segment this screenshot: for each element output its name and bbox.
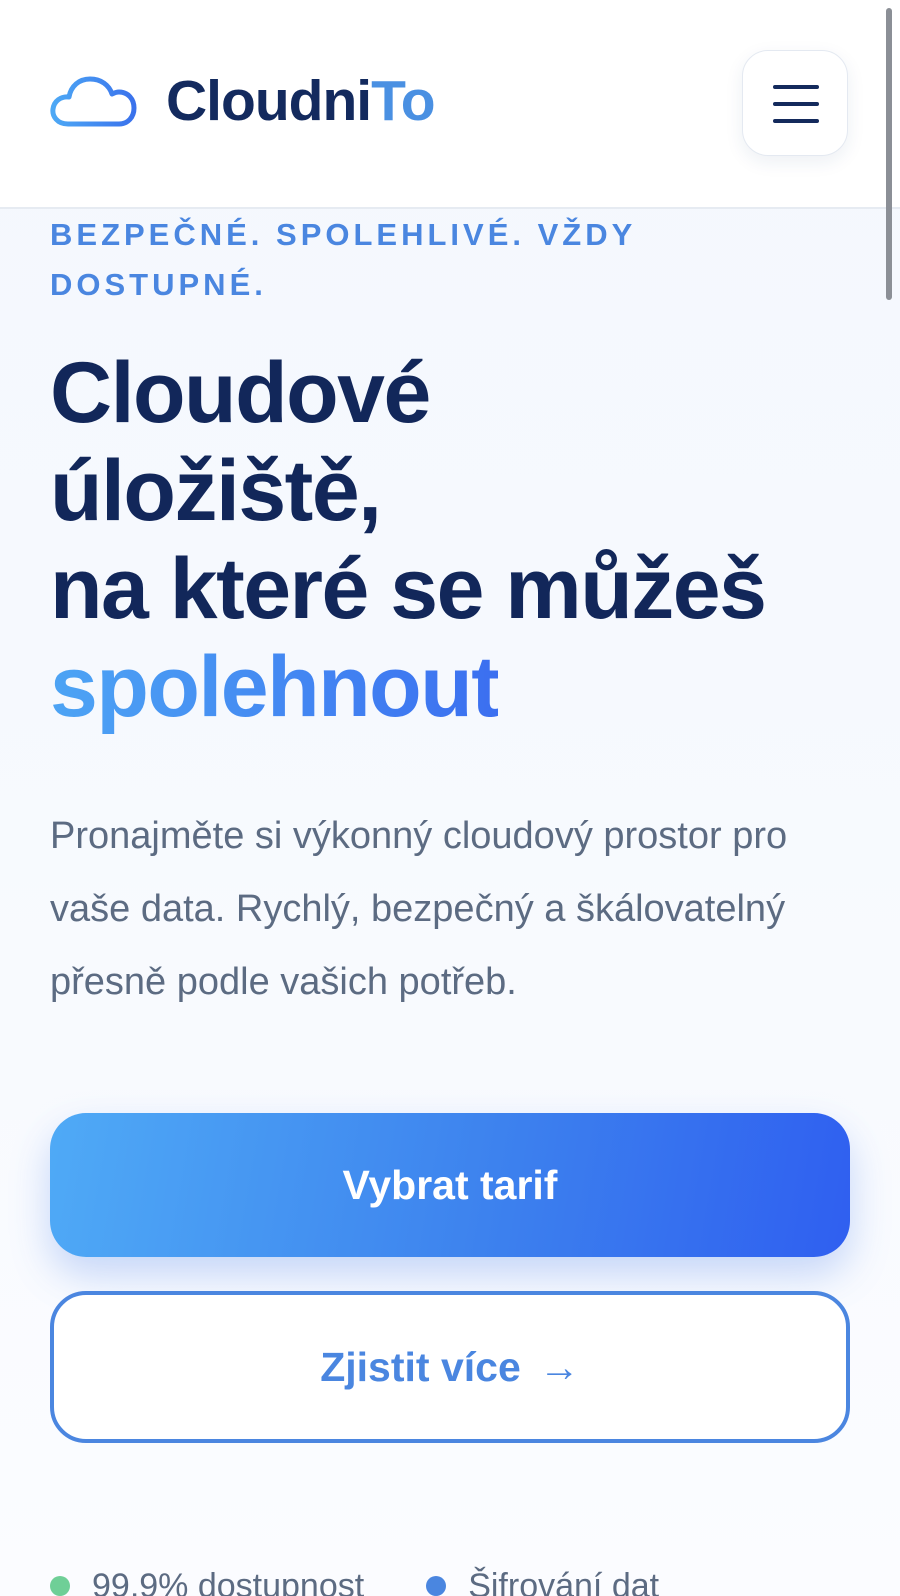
arrow-right-icon: → — [538, 1344, 580, 1390]
site-header: CloudniTo — [0, 0, 900, 209]
hamburger-menu-icon — [773, 85, 819, 89]
headline-accent: spolehnout — [50, 639, 500, 735]
hero-eyebrow: BEZPEČNÉ. SPOLEHLIVÉ. VŽDY DOSTUPNÉ. — [50, 217, 636, 302]
page: CloudniTo BEZPEČNÉ. SPOLEHLIVÉ. VŽDY DOS… — [0, 0, 900, 1596]
learn-more-button[interactable]: Zjistit více → — [50, 1291, 850, 1443]
hero-description: Pronajměte si výkonný cloudový prostor p… — [50, 815, 788, 1003]
cloud-icon — [50, 76, 137, 127]
menu-button[interactable] — [742, 50, 848, 156]
feature-list: 99,9% dostupnost Šifrování dat — [50, 1556, 870, 1596]
feature-item: 99,9% dostupnost — [50, 1567, 364, 1596]
learn-more-label: Zjistit více — [320, 1344, 521, 1390]
feature-label: Šifrování dat — [468, 1566, 660, 1596]
feature-item: Šifrování dat — [426, 1567, 659, 1596]
headline-line: Cloudové — [50, 345, 431, 441]
headline-line: na které se můžeš — [50, 541, 767, 637]
logo-text-primary: Cloudni — [166, 69, 372, 133]
logo[interactable]: CloudniTo — [50, 69, 436, 133]
status-dot-icon — [426, 1576, 447, 1596]
logo-text-accent: To — [371, 69, 435, 133]
choose-plan-button[interactable]: Vybrat tarif — [50, 1113, 850, 1257]
hero-headline: Cloudové úložiště, na které se můžeš spo… — [50, 344, 890, 736]
headline-line: úložiště, — [50, 443, 382, 539]
status-dot-icon — [50, 1576, 70, 1596]
hamburger-menu-icon-bar — [773, 102, 819, 106]
scrollbar[interactable] — [886, 8, 892, 300]
hamburger-menu-icon-bar — [773, 119, 819, 123]
logo-wordmark: CloudniTo — [166, 69, 436, 133]
feature-label: 99,9% dostupnost — [92, 1566, 365, 1596]
